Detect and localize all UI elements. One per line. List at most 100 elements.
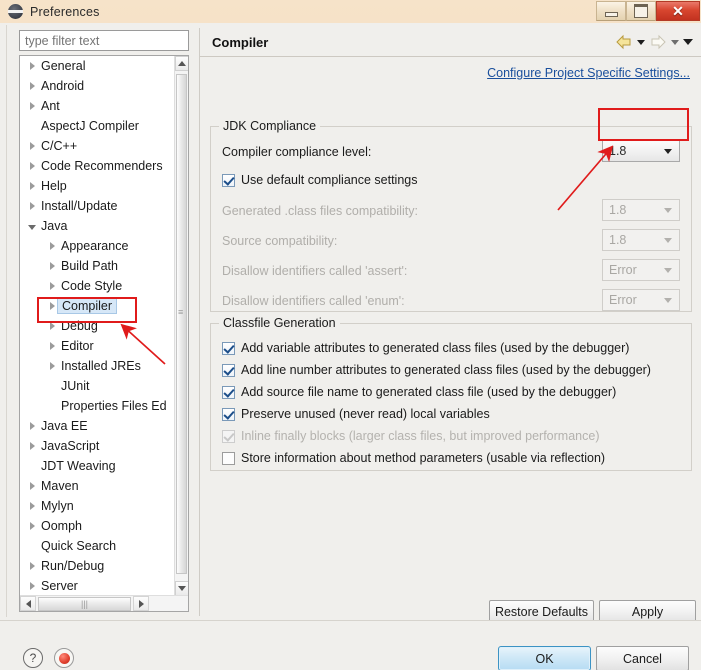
tree-horizontal-scrollbar[interactable]: ||| xyxy=(20,595,188,611)
sidebar-item-label: Quick Search xyxy=(41,539,117,553)
chevron-right-icon[interactable] xyxy=(25,162,39,170)
sidebar-item-code-style[interactable]: Code Style xyxy=(20,276,175,296)
tree-scroll-area: General Android Ant AspectJ Compiler C/C++ Co… xyxy=(20,56,175,596)
chevron-right-icon[interactable] xyxy=(45,342,59,350)
maximize-button[interactable] xyxy=(626,1,656,21)
record-icon[interactable] xyxy=(54,648,74,668)
jdk-option-combo: 1.8 xyxy=(602,229,680,251)
sidebar-item-debug[interactable]: Debug xyxy=(20,316,175,336)
chevron-right-icon[interactable] xyxy=(25,582,39,590)
classfile-option-checkbox[interactable]: Add variable attributes to generated cla… xyxy=(222,338,629,358)
sidebar-item-jdt-weaving[interactable]: JDT Weaving xyxy=(20,456,175,476)
sidebar-item-quick-search[interactable]: Quick Search xyxy=(20,536,175,556)
sidebar-item-oomph[interactable]: Oomph xyxy=(20,516,175,536)
jdk-option-combo: 1.8 xyxy=(602,199,680,221)
sidebar-item-c-c[interactable]: C/C++ xyxy=(20,136,175,156)
sidebar-item-appearance[interactable]: Appearance xyxy=(20,236,175,256)
sidebar-item-label: Code Recommenders xyxy=(41,159,163,173)
help-icon[interactable]: ? xyxy=(23,648,43,668)
jdk-option-value: Error xyxy=(609,293,637,307)
back-arrow-icon[interactable] xyxy=(615,34,633,50)
sidebar-item-mylyn[interactable]: Mylyn xyxy=(20,496,175,516)
sidebar-item-compiler[interactable]: Compiler xyxy=(20,296,175,316)
chevron-right-icon[interactable] xyxy=(45,262,59,270)
sidebar-item-label: Maven xyxy=(41,479,79,493)
chevron-right-icon[interactable] xyxy=(45,282,59,290)
chevron-down-icon xyxy=(664,298,672,303)
sidebar-item-junit[interactable]: JUnit xyxy=(20,376,175,396)
close-button[interactable]: ✕ xyxy=(656,1,700,21)
classfile-option-label: Store information about method parameter… xyxy=(241,451,606,465)
scroll-left-button[interactable] xyxy=(20,596,36,611)
chevron-right-icon[interactable] xyxy=(25,102,39,110)
sidebar-item-label: Compiler xyxy=(57,298,118,314)
jdk-compliance-group-title: JDK Compliance xyxy=(219,119,321,133)
chevron-right-icon[interactable] xyxy=(25,202,39,210)
chevron-right-icon[interactable] xyxy=(25,182,39,190)
checkbox-icon xyxy=(222,429,235,443)
chevron-right-icon[interactable] xyxy=(45,322,59,330)
sidebar-item-build-path[interactable]: Build Path xyxy=(20,256,175,276)
chevron-right-icon[interactable] xyxy=(25,502,39,510)
classfile-option-checkbox[interactable]: Preserve unused (never read) local varia… xyxy=(222,404,490,424)
ok-button[interactable]: OK xyxy=(498,646,591,670)
classfile-option-checkbox[interactable]: Store information about method parameter… xyxy=(222,448,605,468)
sidebar-item-installed-jres[interactable]: Installed JREs xyxy=(20,356,175,376)
sidebar-item-java-ee[interactable]: Java EE xyxy=(20,416,175,436)
sidebar-item-help[interactable]: Help xyxy=(20,176,175,196)
sidebar-item-java[interactable]: Java xyxy=(20,216,175,236)
chevron-right-icon[interactable] xyxy=(45,242,59,250)
chevron-right-icon[interactable] xyxy=(25,442,39,450)
use-default-compliance-checkbox[interactable]: Use default compliance settings xyxy=(222,170,417,190)
sidebar-item-editor[interactable]: Editor xyxy=(20,336,175,356)
sidebar-item-properties-files-ed[interactable]: Properties Files Ed xyxy=(20,396,175,416)
window-title: Preferences xyxy=(30,4,100,19)
jdk-compliance-group: JDK Compliance Compiler compliance level… xyxy=(210,119,692,312)
sidebar-item-maven[interactable]: Maven xyxy=(20,476,175,496)
compliance-level-combo[interactable]: 1.8 xyxy=(602,140,680,162)
chevron-right-icon[interactable] xyxy=(25,62,39,70)
scroll-up-button[interactable] xyxy=(175,56,188,71)
sidebar-item-label: Editor xyxy=(61,339,94,353)
sidebar-item-label: Android xyxy=(41,79,85,93)
sidebar-item-android[interactable]: Android xyxy=(20,76,175,96)
cancel-button[interactable]: Cancel xyxy=(596,646,689,670)
chevron-down-icon xyxy=(664,149,672,154)
minimize-button[interactable] xyxy=(596,1,626,21)
back-history-chevron-down-icon[interactable] xyxy=(637,39,645,45)
scroll-right-button[interactable] xyxy=(133,596,149,611)
sidebar-item-run-debug[interactable]: Run/Debug xyxy=(20,556,175,576)
forward-history-chevron-down-icon[interactable] xyxy=(671,39,679,45)
sidebar-item-code-recommenders[interactable]: Code Recommenders xyxy=(20,156,175,176)
chevron-down-icon[interactable] xyxy=(25,223,39,230)
jdk-option-label: Disallow identifiers called 'enum': xyxy=(222,294,405,308)
sidebar-item-ant[interactable]: Ant xyxy=(20,96,175,116)
sidebar-item-aspectj-compiler[interactable]: AspectJ Compiler xyxy=(20,116,175,136)
configure-project-specific-settings-link[interactable]: Configure Project Specific Settings... xyxy=(487,66,690,80)
chevron-right-icon[interactable] xyxy=(25,82,39,90)
search-input[interactable] xyxy=(19,30,189,51)
chevron-right-icon[interactable] xyxy=(45,362,59,370)
classfile-option-checkbox[interactable]: Add source file name to generated class … xyxy=(222,382,616,402)
scroll-thumb-horizontal[interactable]: ||| xyxy=(38,596,131,611)
sidebar-item-install-update[interactable]: Install/Update xyxy=(20,196,175,216)
jdk-option-label: Generated .class files compatibility: xyxy=(222,204,418,218)
chevron-right-icon[interactable] xyxy=(25,142,39,150)
view-menu-chevron-down-icon[interactable] xyxy=(683,39,693,45)
sidebar-item-server[interactable]: Server xyxy=(20,576,175,596)
chevron-right-icon[interactable] xyxy=(25,562,39,570)
sidebar-item-label: JDT Weaving xyxy=(41,459,116,473)
chevron-right-icon[interactable] xyxy=(25,482,39,490)
scroll-down-button[interactable] xyxy=(175,581,188,596)
sidebar-item-general[interactable]: General xyxy=(20,56,175,76)
scroll-thumb-vertical[interactable] xyxy=(176,74,187,574)
classfile-option-checkbox[interactable]: Add line number attributes to generated … xyxy=(222,360,651,380)
tree-vertical-scrollbar[interactable] xyxy=(174,56,188,596)
chevron-right-icon[interactable] xyxy=(25,422,39,430)
sidebar-item-label: Appearance xyxy=(61,239,129,253)
preferences-tree[interactable]: General Android Ant AspectJ Compiler C/C++ Co… xyxy=(19,55,189,612)
jdk-option-label: Disallow identifiers called 'assert': xyxy=(222,264,408,278)
sidebar-item-label: Installed JREs xyxy=(61,359,141,373)
sidebar-item-javascript[interactable]: JavaScript xyxy=(20,436,175,456)
chevron-right-icon[interactable] xyxy=(25,522,39,530)
